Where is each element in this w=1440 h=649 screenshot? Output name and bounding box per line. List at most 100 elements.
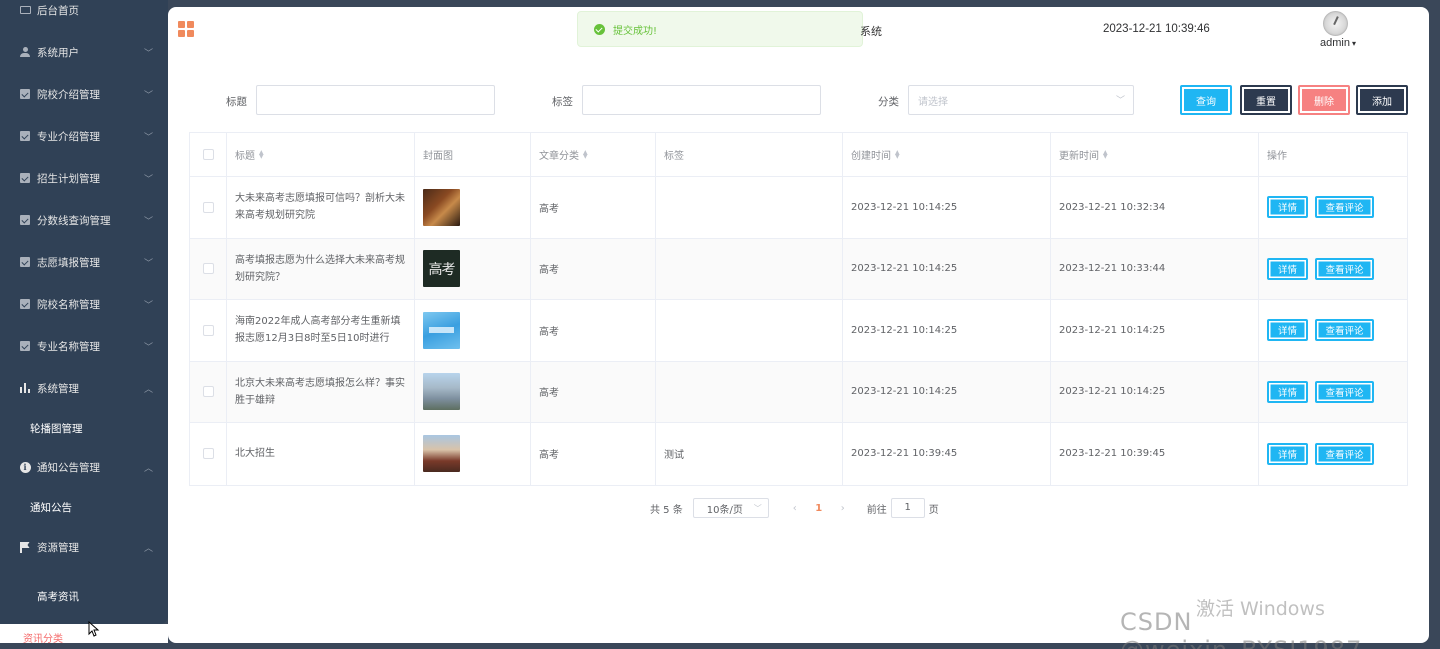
sidebar-item-score-query[interactable]: 分数线查询管理 ﹀ (0, 199, 168, 241)
row-updated: 2023-12-21 10:33:44 (1059, 263, 1166, 275)
row-created: 2023-12-21 10:14:25 (851, 201, 958, 213)
row-category: 高考 (539, 203, 559, 215)
sort-icon[interactable]: ▲ ▼ (1103, 149, 1108, 159)
checkbox-icon (19, 214, 31, 226)
row-select-cell (190, 423, 227, 485)
actions-cell: 详情 查看评论 (1259, 300, 1407, 361)
tag-cell (656, 177, 843, 238)
cover-cell (415, 361, 531, 422)
current-datetime: 2023-12-21 10:39:46 (1103, 23, 1210, 35)
select-all-checkbox[interactable] (202, 149, 214, 160)
page-size-select[interactable]: 10条/页 ﹀ (692, 498, 769, 518)
row-category: 高考 (539, 388, 559, 400)
sidebar-item-college-names[interactable]: 院校名称管理 ﹀ (0, 283, 168, 325)
chevron-down-icon: ﹀ (1115, 96, 1125, 106)
prev-page-button[interactable]: ‹ (785, 503, 805, 514)
pagination-total: 共 5 条 (650, 504, 683, 516)
row-select-cell (190, 238, 227, 299)
goto-page-input[interactable]: 1 (890, 498, 925, 518)
sidebar-item-college-intro[interactable]: 院校介绍管理 ﹀ (0, 73, 168, 115)
checkbox-icon (19, 340, 31, 352)
view-comments-button[interactable]: 查看评论 (1315, 319, 1374, 342)
reset-button[interactable]: 重置 (1240, 85, 1292, 115)
sort-icon[interactable]: ▲ ▼ (895, 149, 900, 159)
cover-cell (415, 177, 531, 238)
next-page-button[interactable]: › (833, 503, 853, 514)
header-updated[interactable]: 更新时间 ▲ ▼ (1051, 133, 1259, 176)
updated-cell: 2023-12-21 10:33:44 (1051, 238, 1259, 299)
page-number-current[interactable]: 1 (805, 503, 833, 514)
row-select-cell (190, 300, 227, 361)
system-title: 系统 (860, 25, 882, 38)
detail-button[interactable]: 详情 (1267, 196, 1308, 219)
category-cell: 高考 (531, 177, 656, 238)
filter-tag-input[interactable] (582, 85, 821, 115)
delete-button[interactable]: 删除 (1298, 85, 1350, 115)
title-cell: 大未来高考志愿填报可信吗？剖析大未来高考规划研究院 (227, 177, 415, 238)
detail-button[interactable]: 详情 (1267, 380, 1308, 403)
sidebar-item-notices[interactable]: i 通知公告管理 ︿ (0, 446, 168, 488)
chevron-down-icon: ﹀ (144, 258, 154, 269)
user-menu[interactable]: admin ▾ (1320, 37, 1356, 49)
success-toast: 提交成功! (577, 11, 863, 47)
sidebar-item-major-intro[interactable]: 专业介绍管理 ﹀ (0, 115, 168, 157)
row-created: 2023-12-21 10:14:25 (851, 263, 958, 275)
sidebar-subitem-gaokao-news[interactable]: 高考资讯 (0, 576, 168, 616)
row-checkbox[interactable] (202, 386, 214, 398)
header-created[interactable]: 创建时间 ▲ ▼ (843, 133, 1051, 176)
sidebar-item-major-names[interactable]: 专业名称管理 ﹀ (0, 325, 168, 367)
sidebar-item-home[interactable]: 后台首页 (0, 0, 168, 31)
sort-icon[interactable]: ▲ ▼ (583, 149, 588, 159)
view-comments-button[interactable]: 查看评论 (1315, 380, 1374, 403)
sort-icon[interactable]: ▲ ▼ (259, 149, 264, 159)
filter-category-select[interactable]: 请选择 ﹀ (908, 85, 1134, 115)
category-cell: 高考 (531, 361, 656, 422)
sidebar-item-system-management[interactable]: 系统管理 ︿ (0, 367, 168, 409)
category-cell: 高考 (531, 238, 656, 299)
flag-icon (19, 541, 31, 553)
title-cell: 高考填报志愿为什么选择大未来高考规划研究院？ (227, 238, 415, 299)
created-cell: 2023-12-21 10:14:25 (843, 177, 1051, 238)
row-select-cell (190, 361, 227, 422)
csdn-watermark: CSDN @weixin_BYSJ1987 (1120, 608, 1361, 649)
menu-grid-icon[interactable] (178, 21, 194, 37)
cover-cell (415, 300, 531, 361)
main-panel: 提交成功! 系统 2023-12-21 10:39:46 admin ▾ 标题 标… (168, 7, 1429, 643)
created-cell: 2023-12-21 10:14:25 (843, 361, 1051, 422)
sidebar-item-system-users[interactable]: 系统用户 ﹀ (0, 31, 168, 73)
row-title: 高考填报志愿为什么选择大未来高考规划研究院？ (235, 254, 405, 283)
sidebar-subitem-notice[interactable]: 通知公告 (0, 487, 168, 527)
header-category[interactable]: 文章分类 ▲ ▼ (531, 133, 656, 176)
view-comments-button[interactable]: 查看评论 (1315, 257, 1374, 280)
actions-cell: 详情 查看评论 (1259, 177, 1407, 238)
sidebar-subitem-carousel[interactable]: 轮播图管理 (0, 408, 168, 448)
checkbox-icon (19, 298, 31, 310)
title-cell: 海南2022年成人高考部分考生重新填报志愿12月3日8时至5日10时进行 (227, 300, 415, 361)
filter-title-input[interactable] (256, 85, 495, 115)
row-checkbox[interactable] (202, 448, 214, 460)
actions-cell: 详情 查看评论 (1259, 423, 1407, 485)
add-button[interactable]: 添加 (1356, 85, 1408, 115)
row-checkbox[interactable] (202, 201, 214, 213)
row-checkbox[interactable] (202, 324, 214, 336)
filter-category-label: 分类 (878, 96, 899, 108)
sidebar-item-enrollment-plan[interactable]: 招生计划管理 ﹀ (0, 157, 168, 199)
row-created: 2023-12-21 10:14:25 (851, 324, 958, 336)
user-icon (19, 46, 31, 58)
actions-cell: 详情 查看评论 (1259, 362, 1407, 423)
query-button[interactable]: 查询 (1180, 85, 1232, 115)
sidebar-item-application[interactable]: 志愿填报管理 ﹀ (0, 241, 168, 283)
detail-button[interactable]: 详情 (1267, 319, 1308, 342)
pagination: 共 5 条 10条/页 ﹀ ‹ 1 › 前往 1 页 (650, 498, 939, 518)
avatar[interactable] (1323, 11, 1348, 36)
header-title[interactable]: 标题 ▲ ▼ (227, 133, 415, 176)
row-checkbox[interactable] (202, 263, 214, 275)
detail-button[interactable]: 详情 (1267, 442, 1308, 465)
sidebar-item-resources[interactable]: 资源管理 ︿ (0, 526, 168, 568)
detail-button[interactable]: 详情 (1267, 257, 1308, 280)
cover-cell (415, 423, 531, 485)
view-comments-button[interactable]: 查看评论 (1315, 196, 1374, 219)
chevron-down-icon: ﹀ (144, 90, 154, 101)
view-comments-button[interactable]: 查看评论 (1315, 442, 1374, 465)
tag-cell: 测试 (656, 423, 843, 485)
